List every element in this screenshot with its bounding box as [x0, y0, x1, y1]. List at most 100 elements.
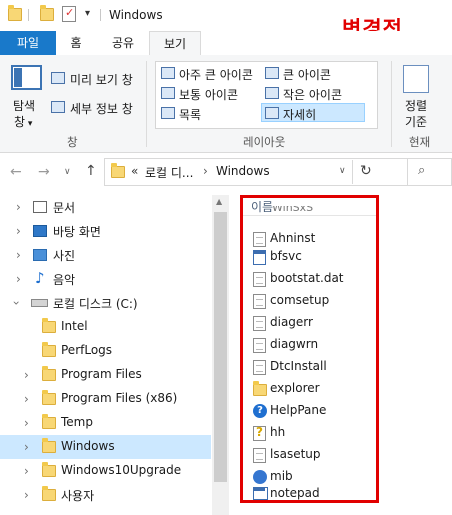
preview-pane-button[interactable]: 미리 보기 창 — [70, 71, 133, 88]
tree-item-label: 사진 — [53, 249, 76, 263]
details-pane-button[interactable]: 세부 정보 창 — [70, 100, 133, 117]
folder-icon — [42, 318, 56, 333]
breadcrumb-chevron[interactable]: › — [203, 164, 208, 178]
navigation-pane-button[interactable]: 탐색 — [13, 97, 35, 114]
tree-item-windows[interactable]: › Windows — [0, 435, 211, 459]
chevron-right-icon[interactable]: › — [24, 488, 29, 502]
chevron-right-icon[interactable]: › — [16, 224, 21, 238]
divider — [28, 9, 29, 21]
desktop-icon — [33, 225, 47, 237]
current-view-group-label: 현재 — [409, 135, 431, 149]
chevron-right-icon[interactable]: › — [24, 464, 29, 478]
search-icon: ⌕ — [418, 163, 426, 178]
breadcrumb-windows[interactable]: Windows — [216, 164, 270, 178]
ribbon-tabs: 파일 홈 공유 보기 — [0, 31, 452, 57]
divider — [100, 9, 101, 21]
window-title: Windows — [109, 8, 163, 22]
layout-group-label: 레이아웃 — [243, 135, 286, 149]
layout-details[interactable]: 자세히 — [283, 106, 316, 123]
navigation-pane-label-2: 창 — [14, 115, 26, 129]
chevron-right-icon[interactable]: › — [16, 272, 21, 286]
tab-share[interactable]: 공유 — [103, 31, 143, 55]
divider — [391, 61, 392, 147]
folder-icon — [42, 438, 56, 453]
tree-item-label: Windows — [61, 439, 115, 453]
tree-item-music[interactable]: › ♪ 음악 — [0, 267, 211, 291]
breadcrumb-local-disk[interactable]: 로컬 디... — [145, 164, 193, 181]
layout-small-icons[interactable]: 작은 아이콘 — [283, 86, 342, 103]
address-overflow[interactable]: « — [131, 164, 138, 178]
tree-item-temp[interactable]: › Temp — [0, 411, 211, 435]
tree-item-users[interactable]: › 사용자 — [0, 483, 211, 507]
folder-icon — [42, 414, 56, 429]
tree-item-label: 음악 — [53, 273, 76, 287]
annotation-highlight-box — [240, 195, 379, 503]
address-folder-icon — [111, 163, 125, 178]
tree-item-label: Intel — [61, 319, 88, 333]
drive-icon — [31, 299, 48, 307]
divider — [352, 160, 353, 184]
tree-item-local-disk[interactable]: › 로컬 디스크 (C:) — [0, 291, 211, 315]
navigation-pane-icon — [11, 65, 42, 90]
chevron-right-icon[interactable]: › — [24, 416, 29, 430]
tree-item-program-files-x86[interactable]: › Program Files (x86) — [0, 387, 211, 411]
documents-icon — [33, 201, 47, 213]
details-icon — [265, 107, 279, 119]
scroll-up-icon[interactable]: ▲ — [216, 197, 222, 206]
address-dropdown-icon[interactable]: ∨ — [339, 166, 346, 176]
list-icon — [161, 107, 175, 119]
tree-item-windows10upgrade[interactable]: › Windows10Upgrade — [0, 459, 211, 483]
back-arrow-icon[interactable]: ← — [10, 164, 22, 180]
navigation-pane: › 문서 › 바탕 화면 › 사진 › ♪ 음악 › 로컬 디스크 (C:) I… — [0, 195, 211, 515]
layout-extra-large-icons[interactable]: 아주 큰 아이콘 — [179, 66, 253, 83]
up-arrow-icon[interactable]: ↑ — [85, 163, 97, 179]
tree-item-desktop[interactable]: › 바탕 화면 — [0, 219, 211, 243]
tree-item-label: Temp — [61, 415, 93, 429]
tree-item-intel[interactable]: Intel — [0, 315, 211, 339]
navigation-pane-button-label[interactable]: 창 ▾ — [14, 113, 32, 130]
large-icons-icon — [265, 67, 279, 79]
tab-home[interactable]: 홈 — [60, 31, 92, 55]
file-list-right-edge — [429, 195, 452, 515]
properties-icon[interactable]: ✓ — [62, 6, 76, 22]
tab-file[interactable]: 파일 — [0, 31, 56, 55]
refresh-icon[interactable]: ↻ — [360, 163, 372, 179]
small-icons-icon — [265, 87, 279, 99]
folder-icon — [42, 342, 56, 357]
music-icon: ♪ — [35, 269, 45, 287]
new-folder-icon[interactable] — [40, 5, 54, 21]
extra-large-icons-icon — [161, 67, 175, 79]
chevron-right-icon[interactable]: › — [24, 368, 29, 382]
forward-arrow-icon[interactable]: → — [38, 164, 50, 180]
tree-item-perflogs[interactable]: PerfLogs — [0, 339, 211, 363]
sort-by-button[interactable]: 정렬 — [405, 97, 427, 114]
pictures-icon — [33, 249, 47, 261]
quick-access-dropdown-icon[interactable]: ▾ — [85, 8, 90, 19]
chevron-right-icon[interactable]: › — [16, 248, 21, 262]
chevron-right-icon[interactable]: › — [24, 440, 29, 454]
tree-item-label: Program Files (x86) — [61, 391, 178, 405]
folder-icon — [42, 486, 56, 501]
layout-list[interactable]: 목록 — [179, 106, 201, 123]
layout-large-icons[interactable]: 큰 아이콘 — [283, 66, 331, 83]
sort-by-label-2: 기준 — [405, 115, 428, 129]
folder-icon — [42, 462, 56, 477]
medium-icons-icon — [161, 87, 175, 99]
chevron-right-icon[interactable]: › — [24, 392, 29, 406]
ribbon: 탐색 창 ▾ 미리 보기 창 세부 정보 창 창 아주 큰 아이콘 큰 아이콘 … — [0, 55, 452, 153]
tree-item-label: 사용자 — [61, 489, 95, 503]
details-pane-icon — [51, 101, 65, 113]
folder-icon — [42, 366, 56, 381]
tree-item-pictures[interactable]: › 사진 — [0, 243, 211, 267]
chevron-right-icon[interactable]: › — [16, 200, 21, 214]
tab-view[interactable]: 보기 — [149, 31, 201, 57]
layout-medium-icons[interactable]: 보통 아이콘 — [179, 86, 238, 103]
folder-icon — [42, 390, 56, 405]
recent-locations-icon[interactable]: ∨ — [64, 167, 71, 177]
search-input[interactable] — [407, 158, 452, 186]
navigation-scrollbar-thumb[interactable] — [214, 212, 227, 482]
tree-item-label: Windows10Upgrade — [61, 463, 182, 477]
tree-item-documents[interactable]: › 문서 — [0, 195, 211, 219]
chevron-down-icon[interactable]: › — [9, 301, 23, 306]
tree-item-program-files[interactable]: › Program Files — [0, 363, 211, 387]
